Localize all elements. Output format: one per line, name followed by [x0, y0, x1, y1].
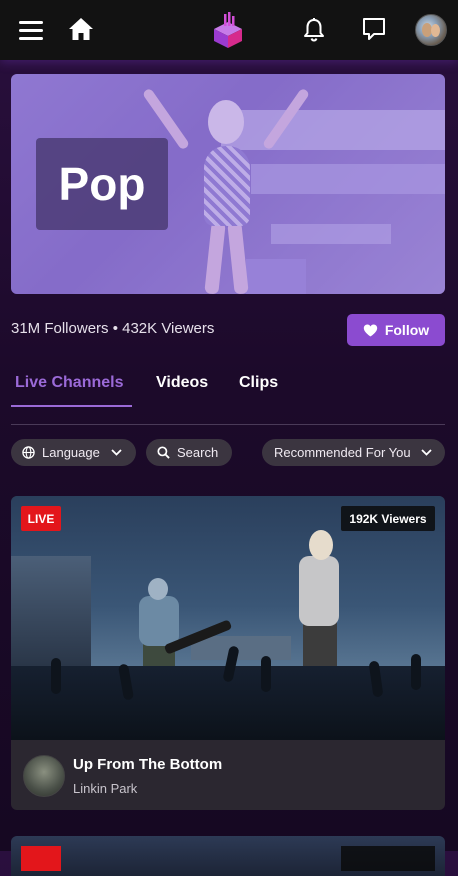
channel-name[interactable]: Linkin Park — [73, 781, 137, 796]
category-hero-banner: Pop — [11, 74, 445, 294]
tab-live-channels[interactable]: Live Channels — [15, 373, 123, 407]
content-tabs: Live Channels Videos Clips — [11, 373, 445, 425]
tab-clips[interactable]: Clips — [239, 373, 278, 407]
home-icon[interactable] — [67, 16, 95, 42]
chevron-down-icon — [111, 449, 122, 456]
search-filter-label: Search — [177, 445, 219, 460]
tab-videos[interactable]: Videos — [156, 373, 208, 407]
category-stats: 31M Followers • 432K Viewers — [11, 320, 215, 337]
follow-button[interactable]: Follow — [347, 314, 445, 346]
bell-icon[interactable] — [302, 17, 326, 43]
stream-title[interactable]: Up From The Bottom — [73, 756, 222, 773]
search-filter[interactable]: Search — [146, 439, 232, 466]
globe-icon — [22, 446, 35, 459]
chat-icon[interactable] — [362, 17, 386, 41]
viewer-count-badge: 192K Viewers — [341, 506, 435, 531]
category-title: Pop — [58, 158, 146, 210]
active-tab-indicator — [11, 405, 132, 407]
category-title-box: Pop — [36, 138, 168, 230]
follow-label: Follow — [384, 322, 430, 338]
search-icon — [157, 446, 170, 459]
language-filter-label: Language — [42, 445, 100, 460]
stream-card-next[interactable] — [11, 836, 445, 876]
viewer-count-badge — [341, 846, 435, 871]
chevron-down-icon — [420, 449, 432, 456]
stream-card[interactable]: LIVE 192K Viewers Up From The Bottom Lin… — [11, 496, 445, 810]
live-badge — [21, 846, 61, 871]
app-logo-icon[interactable] — [212, 12, 244, 48]
hamburger-menu-icon[interactable] — [19, 21, 43, 41]
sort-dropdown[interactable]: Recommended For You — [262, 439, 445, 466]
heart-icon — [363, 324, 378, 337]
sort-label: Recommended For You — [274, 445, 411, 460]
language-filter[interactable]: Language — [11, 439, 136, 466]
live-badge: LIVE — [21, 506, 61, 531]
channel-avatar[interactable] — [23, 755, 65, 797]
top-navbar — [0, 0, 458, 60]
stream-thumbnail[interactable]: LIVE 192K Viewers — [11, 496, 445, 740]
user-avatar[interactable] — [415, 14, 447, 46]
